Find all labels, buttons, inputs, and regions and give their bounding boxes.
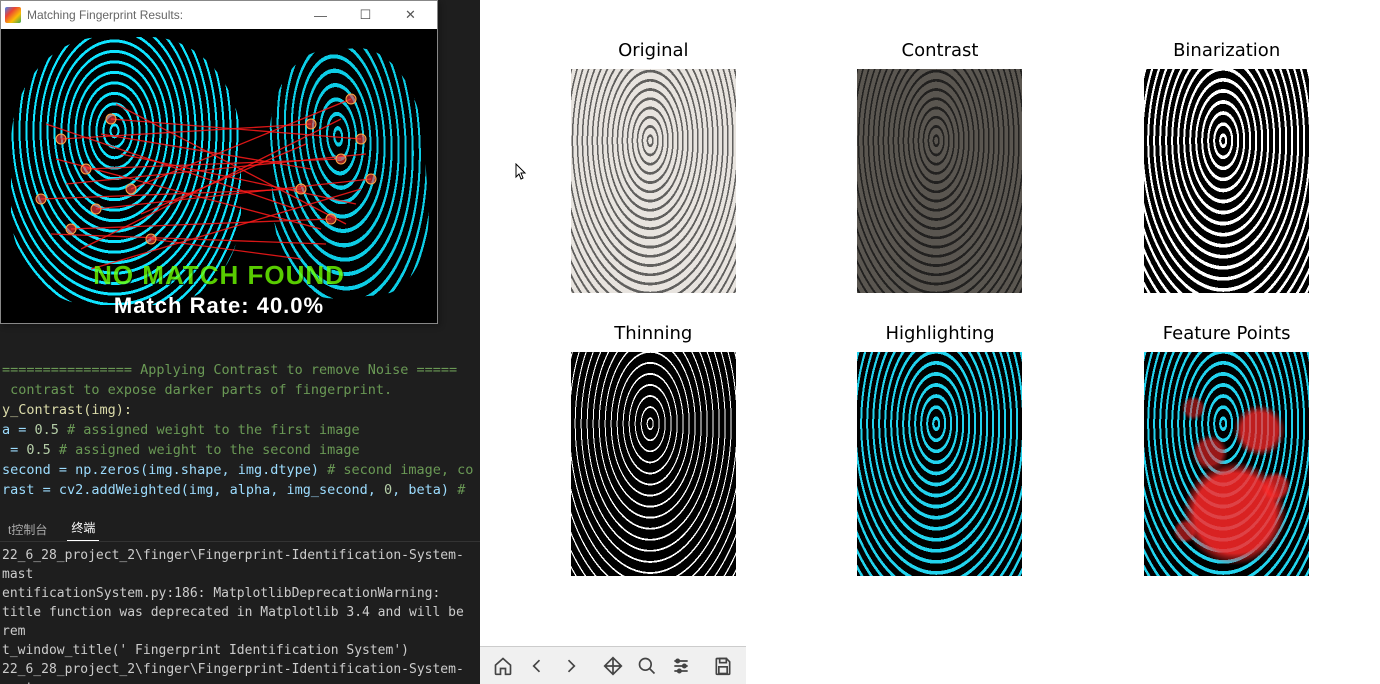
arrow-left-icon [527,656,547,676]
code-comment: contrast to expose darker parts of finge… [2,382,392,398]
opencv-icon [5,7,21,23]
matching-result-image: NO MATCH FOUND Match Rate: 40.0% [1,29,437,323]
subplot-contrast: Contrast [837,40,1044,293]
home-button[interactable] [486,650,520,682]
no-match-label: NO MATCH FOUND [1,260,437,291]
subplot-original: Original [550,40,757,293]
window-titlebar[interactable]: Matching Fingerprint Results: — ☐ ✕ [1,1,437,29]
terminal-tabs: t控制台 终端 [0,518,480,542]
tab-debug-console[interactable]: t控制台 [4,521,51,538]
sliders-icon [671,656,691,676]
subplot-title: Highlighting [885,323,994,344]
zoom-icon [637,656,657,676]
window-title: Matching Fingerprint Results: [27,8,298,22]
forward-button[interactable] [554,650,588,682]
code-comment: # [457,482,473,498]
zoom-button[interactable] [630,650,664,682]
save-icon [713,656,733,676]
tab-terminal[interactable]: 终端 [67,519,99,541]
code-line: second = np.zeros(img.shape, img.dtype) [2,462,327,478]
minimize-button[interactable]: — [298,2,343,28]
arrow-right-icon [561,656,581,676]
back-button[interactable] [520,650,554,682]
matplotlib-figure-window: Original Contrast Binarization Thinning … [480,0,1380,684]
code-comment: ================ Applying Contrast to re… [2,362,457,378]
configure-button[interactable] [664,650,698,682]
fingerprint-image-binarization [1144,69,1309,293]
fingerprint-image-feature-points [1144,352,1309,576]
subplot-highlighting: Highlighting [837,323,1044,576]
code-line: y_Contrast(img): [2,402,132,418]
subplot-title: Original [618,40,688,61]
pan-button[interactable] [596,650,630,682]
opencv-result-window[interactable]: Matching Fingerprint Results: — ☐ ✕ [0,0,438,324]
match-rate-label: Match Rate: 40.0% [1,293,437,319]
subplot-title: Binarization [1173,40,1280,61]
ide-left-pane: e: from ( ================ Applying Cont… [0,0,480,684]
code-line: = [2,442,26,458]
subplot-binarization: Binarization [1123,40,1330,293]
code-num: 0.5 [35,422,59,438]
fingerprint-image-thinning [571,352,736,576]
code-num: 0.5 [26,442,50,458]
home-icon [493,656,513,676]
subplot-grid: Original Contrast Binarization Thinning … [550,40,1330,576]
close-button[interactable]: ✕ [388,2,433,28]
fingerprint-image-highlighting [857,352,1022,576]
move-icon [603,656,623,676]
code-line: rast = cv2.addWeighted(img, alpha, img_s… [2,482,384,498]
matplotlib-toolbar [480,646,746,684]
code-line: a = [2,422,35,438]
code-comment: # assigned weight to the first image [59,422,360,438]
fingerprint-image-original [571,69,736,293]
subplot-title: Contrast [902,40,979,61]
code-line: , beta) [392,482,457,498]
code-num: 0 [384,482,392,498]
maximize-button[interactable]: ☐ [343,2,388,28]
save-button[interactable] [706,650,740,682]
code-comment: # second image, co [327,462,473,478]
subplot-thinning: Thinning [550,323,757,576]
subplot-title: Feature Points [1163,323,1291,344]
subplot-feature-points: Feature Points [1123,323,1330,576]
code-comment: # assigned weight to the second image [51,442,360,458]
fingerprint-image-contrast [857,69,1022,293]
terminal-output[interactable]: 22_6_28_project_2\finger\Fingerprint-Ide… [0,546,480,684]
subplot-title: Thinning [614,323,692,344]
